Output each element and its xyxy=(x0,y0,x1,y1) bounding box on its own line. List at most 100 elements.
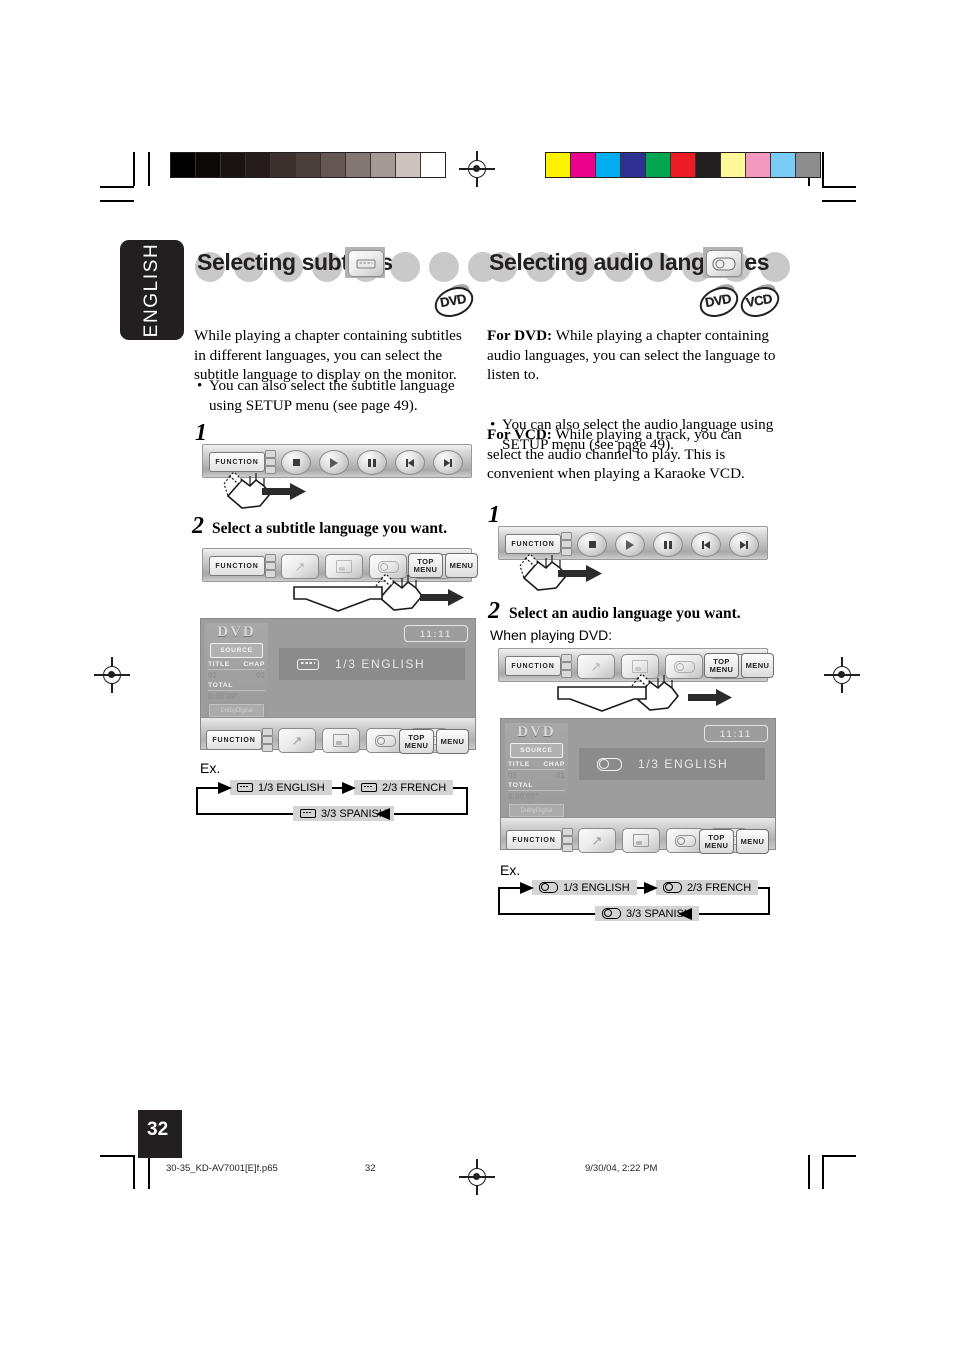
monitor-title-chap-values-right: 01 01 xyxy=(508,771,565,780)
next-icon xyxy=(443,458,453,467)
crop-mark-br-h xyxy=(822,1155,856,1157)
step-2-text-left: Select a subtitle language you want. xyxy=(212,520,448,537)
crop-mark-bl-v xyxy=(133,1155,135,1189)
monitor-function-button-right[interactable]: FUNCTION xyxy=(506,830,562,850)
zoom-button[interactable] xyxy=(325,554,363,579)
audio-icon-m2 xyxy=(674,834,696,847)
angle-button-right[interactable]: ↗ xyxy=(577,654,615,679)
flow-arrowhead-2 xyxy=(342,782,356,794)
crop-mark-tl-h2 xyxy=(100,200,134,202)
ex-label-left: Ex. xyxy=(200,760,221,776)
step-2-number-right: 2 xyxy=(488,598,500,624)
menu-button-left[interactable]: MENU xyxy=(445,553,478,578)
flow-arrow-right-left-step1 xyxy=(262,483,306,500)
top-menu-button-right[interactable]: TOP MENU xyxy=(704,653,739,678)
pause-button-right[interactable] xyxy=(653,532,683,557)
crop-mark-bl-h xyxy=(100,1155,134,1157)
monitor-total-label-right: TOTAL xyxy=(508,782,565,791)
next-button[interactable] xyxy=(433,450,463,475)
monitor-osd-left: 1/3 ENGLISH xyxy=(279,648,465,680)
monitor-source-button-left[interactable]: SOURCE xyxy=(210,643,263,658)
subtitle-icon-flow-3 xyxy=(300,809,316,818)
monitor-leds-left xyxy=(262,728,273,752)
step-2-number-left: 2 xyxy=(192,513,204,539)
flow-line-r4 xyxy=(768,887,770,915)
footer-filename: 30-35_KD-AV7001[E]f.p65 xyxy=(166,1163,278,1174)
monitor-chap-label-right: CHAP xyxy=(543,761,565,768)
monitor-function-button-left[interactable]: FUNCTION xyxy=(206,730,262,750)
step-1-number-left: 1 xyxy=(195,420,207,446)
flow-arrowhead-r1 xyxy=(520,882,534,894)
crop-mark-tr-h2 xyxy=(822,200,856,202)
next-button-right[interactable] xyxy=(729,532,759,557)
monitor-topmenu-left[interactable]: TOP MENU xyxy=(399,729,434,754)
section-header-audio: Selecting audio languages xyxy=(487,246,790,290)
monitor-chap-value-right: 01 xyxy=(556,771,565,780)
flow-arrowhead-r3 xyxy=(678,908,692,920)
monitor-zoom-button-left[interactable] xyxy=(322,728,360,753)
zoom-icon-m2 xyxy=(633,834,649,847)
menu-button-right[interactable]: MENU xyxy=(741,653,774,678)
monitor-osd-right: 1/3 ENGLISH xyxy=(579,748,765,780)
crop-mark-tl-v xyxy=(133,152,135,186)
page-number: 32 xyxy=(147,1119,169,1140)
monitor-angle-button-right[interactable]: ↗ xyxy=(578,828,616,853)
function-button-right-2[interactable]: FUNCTION xyxy=(505,656,561,676)
monitor-source-button-right[interactable]: SOURCE xyxy=(510,743,563,758)
previous-button[interactable] xyxy=(395,450,425,475)
monitor-total-label-left: TOTAL xyxy=(208,682,265,691)
monitor-info-panel-left: DVD SOURCE TITLE CHAP 01 01 TOTAL 0:00'0… xyxy=(205,623,268,741)
monitor-menu-label-left: MENU xyxy=(440,736,465,746)
subtitle-key-icon xyxy=(345,247,385,278)
grayscale-color-bar xyxy=(170,152,446,178)
monitor-zoom-button-right[interactable] xyxy=(622,828,660,853)
flow-arrow-right-right-step2 xyxy=(688,689,732,706)
ex-label-right: Ex. xyxy=(500,862,521,878)
chromatic-color-bar xyxy=(545,152,821,178)
flow-line-r1 xyxy=(498,887,500,915)
registration-target-left xyxy=(94,657,130,693)
monitor-dolby-right: DolbyDigital xyxy=(509,804,564,817)
monitor-menu-right[interactable]: MENU xyxy=(736,829,769,854)
language-tab-label: ENGLISH xyxy=(141,242,162,338)
pause-button[interactable] xyxy=(357,450,387,475)
for-dvd-lead: For DVD: xyxy=(487,327,553,344)
crop-mark-br-v2 xyxy=(808,1155,810,1189)
flow-chip-english-right: 1/3 ENGLISH xyxy=(532,880,637,895)
bullet-text-left: You can also select the subtitle languag… xyxy=(209,377,455,414)
play-button[interactable] xyxy=(319,450,349,475)
monitor-topmenu-right[interactable]: TOP MENU xyxy=(699,829,734,854)
flow-chip-french-left: 2/3 FRENCH xyxy=(354,780,454,795)
audio-icon-m1 xyxy=(374,734,396,747)
flow-arrowhead-3 xyxy=(376,808,390,820)
monitor-menu-left[interactable]: MENU xyxy=(436,729,469,754)
section-header-subtitles: Selecting subtitles xyxy=(195,246,498,290)
monitor-chap-value-left: 01 xyxy=(256,671,265,680)
next-icon-right xyxy=(739,540,749,549)
osd-subtitle-icon xyxy=(297,658,319,670)
previous-button-right[interactable] xyxy=(691,532,721,557)
function-button-2[interactable]: FUNCTION xyxy=(209,556,265,576)
previous-icon xyxy=(405,458,415,467)
registration-target-right xyxy=(824,657,860,693)
monitor-function-label-left: FUNCTION xyxy=(212,736,256,744)
subtitle-cycle-diagram: 1/3 ENGLISH 2/3 FRENCH 3/3 SPANISH xyxy=(196,780,468,821)
crop-mark-tl-h xyxy=(100,186,134,188)
angle-button[interactable]: ↗ xyxy=(281,554,319,579)
crop-mark-tl-v2 xyxy=(148,152,150,186)
audio-icon-flow-2 xyxy=(663,882,682,893)
flow-chip-label-1: 1/3 ENGLISH xyxy=(258,781,325,794)
flow-line-4 xyxy=(466,787,468,815)
angle-icon-m2: ↗ xyxy=(591,832,603,848)
monitor-total-value-right: 0:00'09" xyxy=(508,792,539,801)
vcd-paragraph-right: For VCD: While playing a track, you can … xyxy=(487,425,777,484)
pause-icon-right xyxy=(664,540,672,549)
audio-icon-flow-1 xyxy=(539,882,558,893)
monitor-angle-button-left[interactable]: ↗ xyxy=(278,728,316,753)
step-1-number-right: 1 xyxy=(488,502,500,528)
monitor-title-value-left: 01 xyxy=(208,671,217,680)
osd-text-left: 1/3 ENGLISH xyxy=(335,657,426,671)
play-button-right[interactable] xyxy=(615,532,645,557)
monitor-function-label-right: FUNCTION xyxy=(512,836,556,844)
subtitle-icon-flow-1 xyxy=(237,783,253,792)
